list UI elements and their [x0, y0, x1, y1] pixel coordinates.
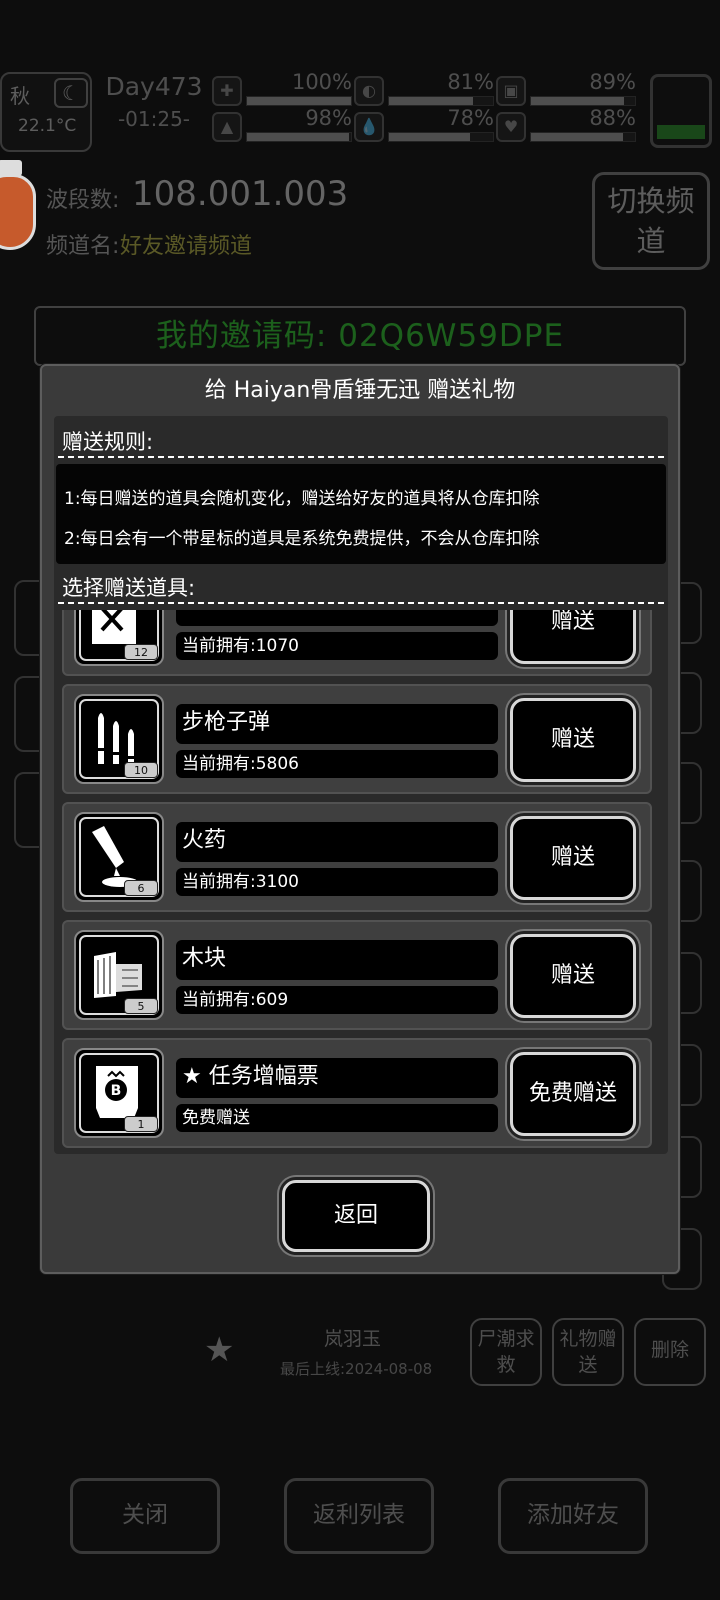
- item-count-badge: 1: [124, 1116, 158, 1132]
- rules-panel: 赠送规则: 1:每日赠送的道具会随机变化，赠送给好友的道具将从仓库扣除 2:每日…: [54, 416, 668, 638]
- select-items-label: 选择赠送道具:: [62, 576, 196, 600]
- rifle-bullets-icon: 10: [74, 694, 164, 784]
- rule-line: 1:每日赠送的道具会随机变化，赠送给好友的道具将从仓库扣除: [64, 489, 540, 509]
- item-owned: 当前拥有:3100: [176, 868, 498, 896]
- day-label: Day473: [105, 72, 203, 101]
- item-name: [176, 610, 498, 626]
- gift-button[interactable]: 赠送: [510, 698, 636, 782]
- dialog-title: 给 Haiyan骨盾锤无迅 赠送礼物: [204, 378, 516, 403]
- rules-label: 赠送规则:: [62, 430, 154, 454]
- item-owned: 当前拥有:1070: [176, 632, 498, 660]
- stat-hunger: ◐ 81%: [354, 70, 494, 110]
- add-friend-button[interactable]: 添加好友: [498, 1478, 648, 1554]
- temperature-label: 22.1°C: [18, 116, 77, 136]
- switch-channel-button[interactable]: 切换频道: [592, 172, 710, 270]
- close-button[interactable]: 关闭: [70, 1478, 220, 1554]
- gift-button[interactable]: 赠送: [510, 610, 636, 664]
- stat-value: 78%: [447, 106, 494, 130]
- stat-stamina: ▲ 98%: [212, 106, 352, 146]
- item-count-badge: 12: [124, 644, 158, 660]
- friend-row: ★ 岚羽玉 最后上线:2024-08-08 尸潮求救 礼物赠送 删除: [196, 1318, 706, 1398]
- gift-button[interactable]: 赠送: [510, 816, 636, 900]
- item-list[interactable]: 12 当前拥有:1070 赠送 10 步枪子弹 当前拥有:5806 赠送 6 火…: [54, 610, 668, 1154]
- gift-friend-button[interactable]: 礼物赠送: [552, 1318, 624, 1386]
- wood-block-icon: 5: [74, 930, 164, 1020]
- list-item: 12 当前拥有:1070 赠送: [62, 610, 652, 676]
- item-count-badge: 10: [124, 762, 158, 778]
- rules-box: 1:每日赠送的道具会随机变化，赠送给好友的道具将从仓库扣除 2:每日会有一个带星…: [56, 464, 666, 564]
- free-gift-button[interactable]: 免费赠送: [510, 1052, 636, 1136]
- heart-icon: ♥: [496, 112, 526, 142]
- boot-icon: ▲: [212, 112, 242, 142]
- item-name: ★ 任务增幅票: [176, 1058, 498, 1098]
- frequency-value: 108.001.003: [132, 174, 349, 214]
- item-count-badge: 5: [124, 998, 158, 1014]
- channel-label: 频道名:: [46, 234, 120, 259]
- stat-thirst: 💧 78%: [354, 106, 494, 146]
- item-owned: 免费赠送: [176, 1104, 498, 1132]
- battery-icon: [650, 74, 712, 148]
- rebate-list-button[interactable]: 返利列表: [284, 1478, 434, 1554]
- delete-friend-button[interactable]: 删除: [634, 1318, 706, 1386]
- frequency-label: 波段数:: [46, 188, 120, 213]
- day-panel: Day473 -01:25-: [104, 72, 204, 144]
- radio-panel: 波段数: 108.001.003 频道名: 好友邀请频道: [12, 168, 572, 268]
- list-item: 10 步枪子弹 当前拥有:5806 赠送: [62, 684, 652, 794]
- gift-button[interactable]: 赠送: [510, 934, 636, 1018]
- season-label: 秋: [10, 84, 30, 108]
- zombie-rescue-button[interactable]: 尸潮求救: [470, 1318, 542, 1386]
- item-name: 木块: [176, 940, 498, 980]
- invite-code: 我的邀请码: 02Q6W59DPE: [34, 306, 686, 366]
- svg-text:B: B: [111, 1083, 122, 1099]
- water-drop-icon: 💧: [354, 112, 384, 142]
- stat-value: 89%: [589, 70, 636, 94]
- crossed-sheet-icon: 12: [74, 610, 164, 666]
- item-count-badge: 6: [124, 880, 158, 896]
- mission-ticket-icon: B 1: [74, 1048, 164, 1138]
- item-owned: 当前拥有:609: [176, 986, 498, 1014]
- gunpowder-icon: 6: [74, 812, 164, 902]
- channel-value: 好友邀请频道: [120, 234, 253, 259]
- season-panel: 秋 ☾ 22.1°C: [0, 72, 92, 152]
- item-name: 步枪子弹: [176, 704, 498, 744]
- stat-value: 81%: [447, 70, 494, 94]
- status-hud: 秋 ☾ 22.1°C Day473 -01:25- ✚ 100% ◐ 81% ▣…: [0, 0, 720, 160]
- stat-armor: ▣ 89%: [496, 70, 636, 110]
- friend-last-online: 最后上线:2024-08-08: [280, 1360, 433, 1378]
- stomach-icon: ◐: [354, 76, 384, 106]
- item-name: 火药: [176, 822, 498, 862]
- list-item: 5 木块 当前拥有:609 赠送: [62, 920, 652, 1030]
- divider: [58, 602, 664, 604]
- stat-value: 88%: [589, 106, 636, 130]
- stat-health: ✚ 100%: [212, 70, 352, 110]
- back-button[interactable]: 返回: [282, 1180, 430, 1252]
- rule-line: 2:每日会有一个带星标的道具是系统免费提供，不会从仓库扣除: [64, 529, 540, 549]
- medkit-icon: ✚: [212, 76, 242, 106]
- stat-value: 100%: [291, 70, 352, 94]
- friend-name: 岚羽玉: [324, 1328, 382, 1350]
- list-item: B 1 ★ 任务增幅票 免费赠送 免费赠送: [62, 1038, 652, 1148]
- item-owned: 当前拥有:5806: [176, 750, 498, 778]
- shield-icon: ▣: [496, 76, 526, 106]
- potion-icon[interactable]: [0, 160, 48, 256]
- clock-label: -01:25-: [117, 107, 191, 131]
- star-icon: ★: [204, 1330, 235, 1370]
- moon-icon: ☾: [54, 78, 88, 108]
- stat-value: 98%: [305, 106, 352, 130]
- list-item: 6 火药 当前拥有:3100 赠送: [62, 802, 652, 912]
- gift-dialog: 给 Haiyan骨盾锤无迅 赠送礼物 赠送规则: 1:每日赠送的道具会随机变化，…: [40, 364, 680, 1274]
- divider: [58, 456, 664, 458]
- stat-mood: ♥ 88%: [496, 106, 636, 146]
